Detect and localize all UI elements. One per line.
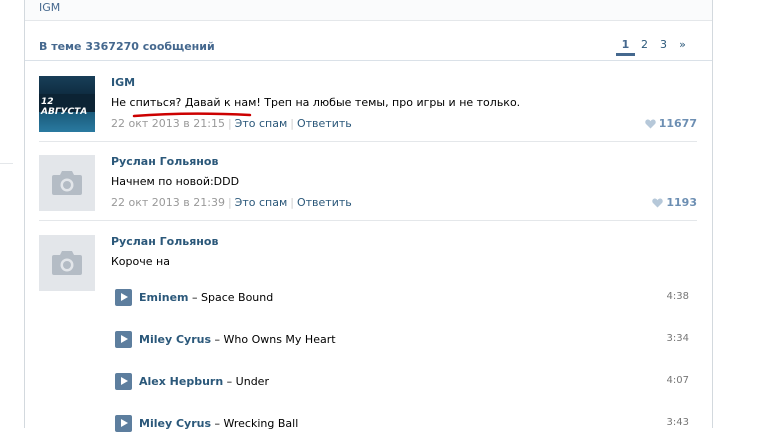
- topic-header: В теме 3367270 сообщений 1 2 3 »: [25, 32, 712, 61]
- post-text: Начнем по новой:DDD: [111, 175, 240, 188]
- heart-icon: [652, 198, 664, 207]
- post-author[interactable]: IGM: [111, 76, 135, 89]
- track-artist[interactable]: Eminem: [139, 291, 189, 304]
- track-artist[interactable]: Alex Hepburn: [139, 375, 223, 388]
- reply-link[interactable]: Ответить: [297, 117, 352, 130]
- like-button[interactable]: 11677: [645, 117, 697, 130]
- audio-track: Miley Cyrus – Wrecking Ball 3:43: [115, 415, 689, 433]
- track-name: Who Owns My Heart: [223, 333, 336, 346]
- post-text: Не спиться? Давай к нам! Треп на любые т…: [111, 96, 521, 109]
- post-divider: [39, 141, 697, 142]
- red-annotation-underline: [132, 112, 252, 118]
- camera-icon: [52, 171, 82, 195]
- avatar[interactable]: [39, 235, 95, 291]
- avatar[interactable]: [39, 155, 95, 211]
- avatar-caption: 12 АВГУСТА: [41, 97, 88, 117]
- play-icon[interactable]: [115, 373, 132, 390]
- reply-link[interactable]: Ответить: [297, 196, 352, 209]
- pagination: 1 2 3 »: [616, 38, 692, 56]
- track-duration: 4:38: [666, 291, 689, 302]
- camera-icon: [52, 251, 82, 275]
- track-artist[interactable]: Miley Cyrus: [139, 333, 211, 346]
- page-2[interactable]: 2: [635, 38, 654, 56]
- audio-track: Miley Cyrus – Who Owns My Heart 3:34: [115, 331, 689, 349]
- play-icon[interactable]: [115, 331, 132, 348]
- page-1[interactable]: 1: [616, 38, 635, 56]
- report-spam-link[interactable]: Это спам: [235, 196, 288, 209]
- track-name: Under: [235, 375, 269, 388]
- group-link[interactable]: IGM: [39, 1, 60, 14]
- audio-track: Alex Hepburn – Under 4:07: [115, 373, 689, 391]
- track-duration: 3:34: [666, 333, 689, 344]
- track-name: Space Bound: [201, 291, 274, 304]
- like-button[interactable]: 1193: [652, 196, 697, 209]
- post-divider: [39, 220, 697, 221]
- track-title[interactable]: Alex Hepburn – Under: [139, 375, 269, 388]
- audio-track: Eminem – Space Bound 4:38: [115, 289, 689, 307]
- topic-breadcrumb-bar: IGM: [25, 0, 712, 21]
- post-author[interactable]: Руслан Гольянов: [111, 235, 218, 248]
- post-author[interactable]: Руслан Гольянов: [111, 155, 218, 168]
- topic-panel: IGM В теме 3367270 сообщений 1 2 3 » 12 …: [24, 0, 713, 432]
- play-icon[interactable]: [115, 289, 132, 306]
- like-count: 1193: [666, 196, 697, 209]
- avatar[interactable]: 12 АВГУСТА: [39, 76, 95, 132]
- track-title[interactable]: Miley Cyrus – Who Owns My Heart: [139, 333, 336, 346]
- post-meta: 22 окт 2013 в 21:39 | Это спам | Ответить: [111, 196, 352, 209]
- heart-icon: [645, 119, 656, 128]
- left-divider: [0, 163, 13, 164]
- track-duration: 4:07: [666, 375, 689, 386]
- like-count: 11677: [658, 117, 697, 130]
- message-count: В теме 3367270 сообщений: [39, 40, 215, 53]
- page-3[interactable]: 3: [654, 38, 673, 56]
- track-title[interactable]: Eminem – Space Bound: [139, 291, 273, 304]
- post-date[interactable]: 22 окт 2013 в 21:39: [111, 196, 225, 209]
- post-text: Короче на: [111, 255, 170, 268]
- track-duration: 3:43: [666, 417, 689, 428]
- page-next[interactable]: »: [673, 38, 692, 56]
